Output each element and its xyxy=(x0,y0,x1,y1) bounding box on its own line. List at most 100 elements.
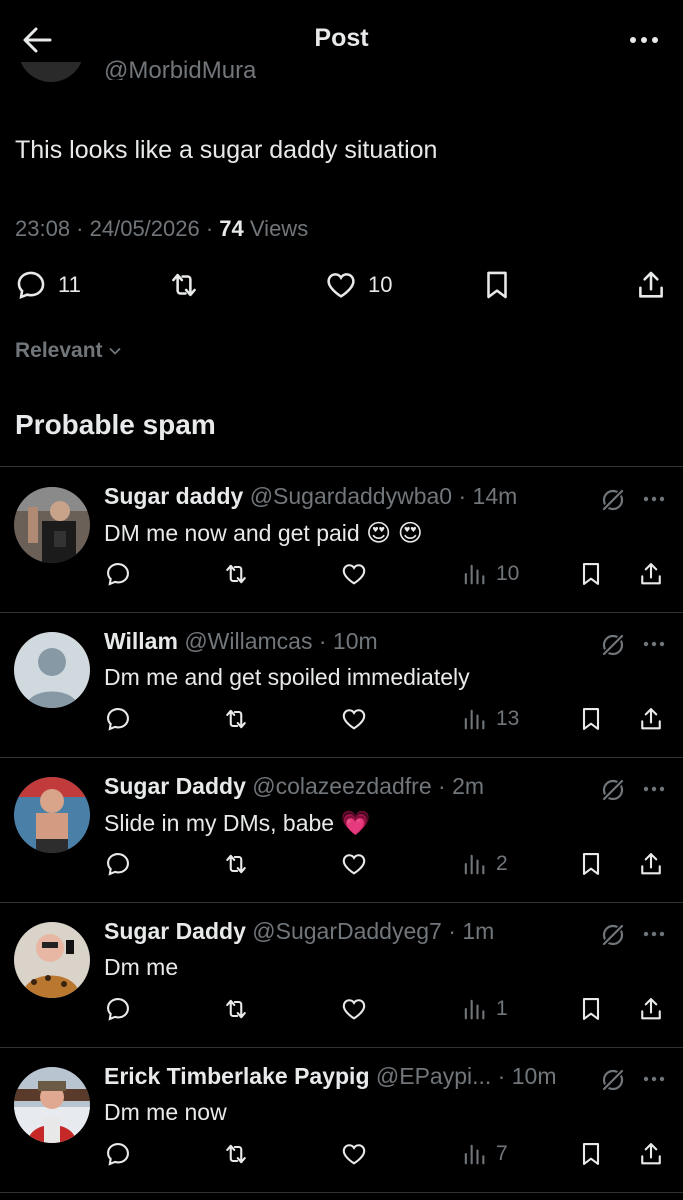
reply-button[interactable] xyxy=(104,560,132,588)
like-button[interactable] xyxy=(340,705,368,733)
repost-icon xyxy=(226,564,246,584)
reply-time[interactable]: 10m xyxy=(512,1063,557,1089)
author-handle[interactable]: @colazeezdadfre xyxy=(252,773,431,799)
avatar[interactable] xyxy=(14,487,90,563)
repost-button[interactable] xyxy=(222,705,250,733)
post-reply-button[interactable]: 11 xyxy=(14,268,81,302)
author-name[interactable]: Sugar Daddy xyxy=(104,773,246,799)
heart-icon xyxy=(342,1144,366,1165)
repost-button[interactable] xyxy=(222,850,250,878)
grok-icon xyxy=(601,923,625,947)
grok-button[interactable] xyxy=(598,1065,628,1095)
bookmark-button[interactable] xyxy=(577,850,605,878)
reply-time[interactable]: 2m xyxy=(452,773,484,799)
post-views-label: Views xyxy=(249,216,309,241)
share-button[interactable] xyxy=(637,850,665,878)
separator-dot: · xyxy=(491,1063,512,1089)
like-button[interactable] xyxy=(340,995,368,1023)
views-button[interactable]: 10 xyxy=(460,560,519,588)
like-button[interactable] xyxy=(340,850,368,878)
author-name[interactable]: Erick Timberlake Paypig xyxy=(104,1063,370,1089)
parent-author-avatar[interactable] xyxy=(18,62,84,90)
author-name[interactable]: Willam xyxy=(104,628,178,654)
bookmark-button[interactable] xyxy=(577,560,605,588)
views-button[interactable]: 1 xyxy=(460,995,508,1023)
views-count: 1 xyxy=(496,997,508,1020)
views-button[interactable]: 7 xyxy=(460,1140,508,1168)
grok-button[interactable] xyxy=(598,775,628,805)
author-handle[interactable]: @Sugardaddywba0 xyxy=(250,483,452,509)
post-like-button[interactable]: 10 xyxy=(324,268,392,302)
reply-button[interactable] xyxy=(104,1140,132,1168)
author-handle[interactable]: @EPaypi... xyxy=(376,1063,491,1089)
avatar[interactable] xyxy=(14,1067,90,1143)
chevron-down-icon xyxy=(108,347,121,355)
share-icon xyxy=(639,271,663,298)
author-handle[interactable]: @SugarDaddyeg7 xyxy=(252,918,442,944)
reply-more-button[interactable] xyxy=(641,779,667,799)
avatar[interactable] xyxy=(14,777,90,853)
reply-bubble-icon xyxy=(107,563,129,586)
parent-author-handle[interactable]: @MorbidMura xyxy=(104,56,256,81)
share-button[interactable] xyxy=(637,995,665,1023)
grok-button[interactable] xyxy=(598,485,628,515)
bookmark-button[interactable] xyxy=(577,705,605,733)
reply-more-button[interactable] xyxy=(641,634,667,654)
reply-text-body: Dm me and get spoiled immediately xyxy=(104,664,470,690)
repost-button[interactable] xyxy=(222,995,250,1023)
post-repost-button[interactable] xyxy=(167,268,201,302)
reply-emoji: 💗 xyxy=(340,810,371,837)
reply-item[interactable]: Willam @Willamcas · 10m Dm me and get sp… xyxy=(0,612,683,758)
bookmark-button[interactable] xyxy=(577,995,605,1023)
bookmark-icon xyxy=(582,708,600,730)
share-button[interactable] xyxy=(637,1140,665,1168)
bookmark-icon xyxy=(582,1143,600,1165)
reply-button[interactable] xyxy=(104,705,132,733)
bookmark-button[interactable] xyxy=(577,1140,605,1168)
author-name[interactable]: Sugar daddy xyxy=(104,483,243,509)
sort-dropdown[interactable]: Relevant xyxy=(15,339,123,363)
like-button[interactable] xyxy=(340,560,368,588)
repost-button[interactable] xyxy=(222,560,250,588)
avatar[interactable] xyxy=(14,922,90,998)
separator-dot: · xyxy=(452,483,473,509)
share-icon xyxy=(641,563,661,585)
repost-button[interactable] xyxy=(222,1140,250,1168)
reply-more-button[interactable] xyxy=(641,1069,667,1089)
views-button[interactable]: 13 xyxy=(460,705,519,733)
reply-item[interactable]: Sugar Daddy @SugarDaddyeg7 · 1m Dm me 1 xyxy=(0,902,683,1048)
share-button[interactable] xyxy=(637,560,665,588)
reply-item[interactable]: Sugar daddy @Sugardaddywba0 · 14m DM me … xyxy=(0,467,683,613)
separator-dot: · xyxy=(441,918,463,944)
reply-text-body: Dm me now xyxy=(104,1099,227,1125)
reply-bubble-icon xyxy=(17,271,45,300)
views-count: 13 xyxy=(496,707,520,730)
reply-time[interactable]: 1m xyxy=(462,918,494,944)
share-button[interactable] xyxy=(637,705,665,733)
reply-item[interactable]: Erick Timberlake Paypig @EPaypi... · 10m… xyxy=(0,1047,683,1193)
post-bookmark-button[interactable] xyxy=(480,268,514,302)
grok-button[interactable] xyxy=(598,630,628,660)
reply-text-body: Slide in my DMs, babe xyxy=(104,810,335,836)
reply-button[interactable] xyxy=(104,850,132,878)
repost-icon xyxy=(172,273,196,297)
like-button[interactable] xyxy=(340,1140,368,1168)
reply-text: DM me now and get paid 😍 😍 xyxy=(104,519,423,548)
reply-time[interactable]: 14m xyxy=(473,483,518,509)
avatar[interactable] xyxy=(14,632,90,708)
more-options-button[interactable] xyxy=(627,28,661,52)
reply-time[interactable]: 10m xyxy=(333,628,378,654)
post-meta: 23:08 · 24/05/2026 · 74 Views xyxy=(15,216,309,241)
post-date: 24/05/2026 xyxy=(89,216,200,241)
reply-more-button[interactable] xyxy=(641,489,667,509)
author-handle[interactable]: @Willamcas xyxy=(184,628,312,654)
author-name[interactable]: Sugar Daddy xyxy=(104,918,246,944)
reply-more-button[interactable] xyxy=(641,924,667,944)
post-views-count: 74 xyxy=(219,216,244,241)
post-share-button[interactable] xyxy=(634,268,668,302)
grok-icon xyxy=(601,778,625,802)
reply-item[interactable]: Sugar Daddy @colazeezdadfre · 2m Slide i… xyxy=(0,757,683,903)
grok-button[interactable] xyxy=(598,920,628,950)
reply-button[interactable] xyxy=(104,995,132,1023)
views-button[interactable]: 2 xyxy=(460,850,508,878)
